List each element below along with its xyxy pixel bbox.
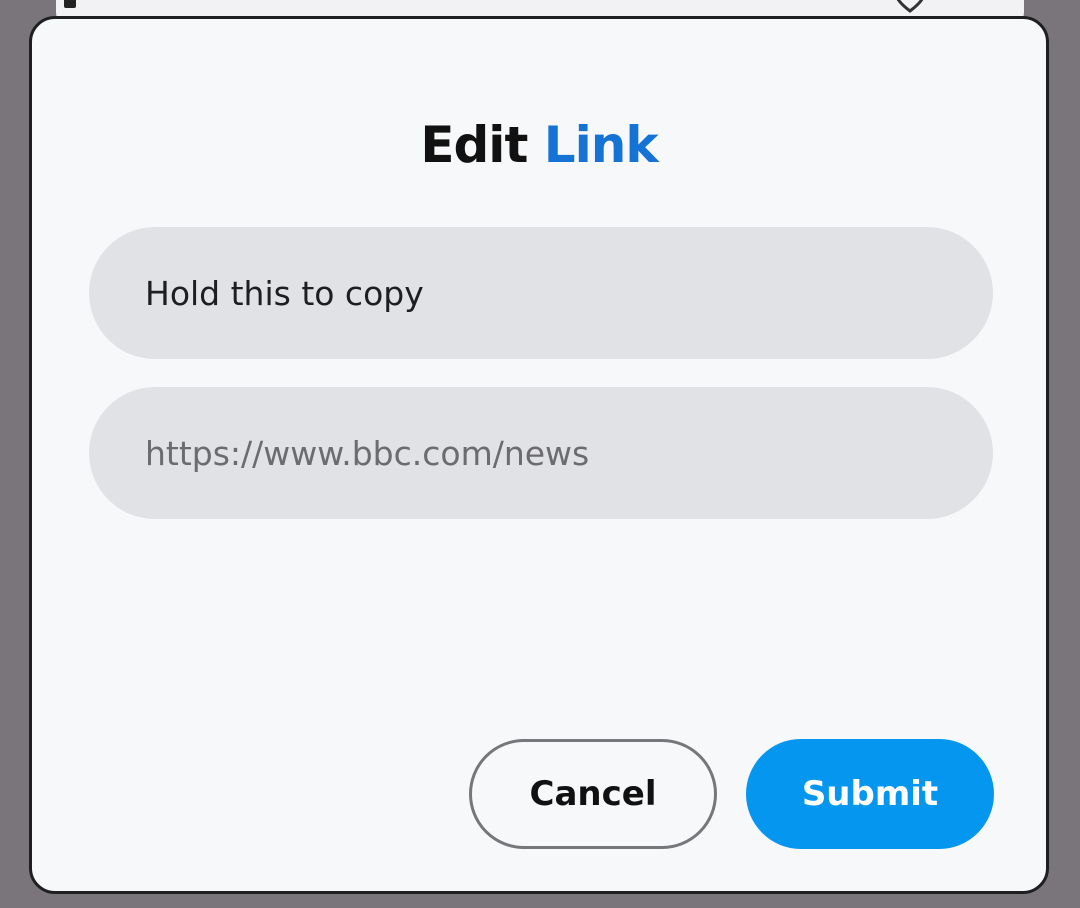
link-text-value: Hold this to copy (145, 273, 424, 313)
dialog-title-link: Link (543, 116, 659, 174)
cancel-button[interactable]: Cancel (469, 739, 717, 849)
dialog-title: Edit Link (32, 115, 1046, 175)
background-item-text (64, 0, 76, 8)
link-url-value: https://www.bbc.com/news (145, 433, 590, 473)
link-text-field[interactable]: Hold this to copy (89, 227, 993, 359)
dialog-title-edit: Edit (420, 116, 528, 174)
heart-icon (896, 0, 924, 13)
submit-button[interactable]: Submit (746, 739, 994, 849)
edit-link-dialog: Edit Link Hold this to copy https://www.… (29, 16, 1049, 894)
link-url-field[interactable]: https://www.bbc.com/news (89, 387, 993, 519)
